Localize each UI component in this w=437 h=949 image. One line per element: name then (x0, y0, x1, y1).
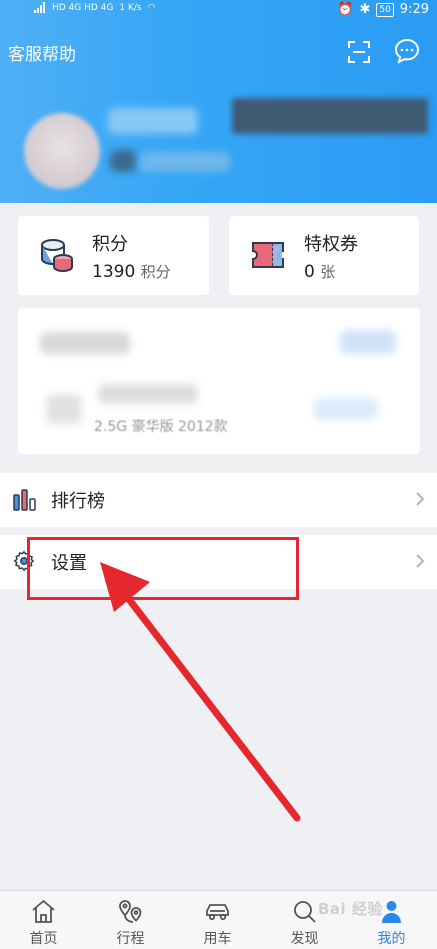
vehicle-action-redacted[interactable] (340, 330, 396, 354)
tab-route-label: 行程 (116, 931, 145, 947)
user-subtitle-redacted (140, 152, 230, 172)
signal-icon (34, 2, 46, 13)
alarm-icon: ⏰ (337, 2, 354, 17)
vehicle-card[interactable]: 2.5G 豪华版 2012款 (18, 308, 420, 454)
username-redacted (108, 108, 198, 134)
car-icon (206, 904, 229, 921)
coupons-value: 0 张 (304, 261, 335, 282)
network-text: HD 4G HD 4G (52, 2, 114, 13)
coins-icon (41, 239, 73, 273)
bluetooth-icon: ✱ (359, 2, 371, 17)
chevron-right-icon (416, 492, 425, 506)
home-icon (32, 899, 55, 923)
ranking-label: 排行榜 (51, 491, 105, 512)
vehicle-btn-redacted[interactable] (314, 398, 378, 420)
promo-banner-redacted[interactable] (232, 98, 428, 134)
points-number: 1390 (92, 262, 136, 282)
status-network: HD 4G HD 4G 1 K/s ◠ (34, 2, 155, 13)
points-unit: 积分 (140, 263, 171, 281)
message-icon[interactable] (394, 38, 420, 64)
vehicle-model-text: 2.5G 豪华版 2012款 (94, 419, 228, 435)
vehicle-thumb-redacted (46, 394, 82, 424)
wifi-icon: ◠ (147, 2, 156, 13)
coupons-title: 特权券 (304, 234, 358, 255)
points-value: 1390 积分 (92, 261, 171, 282)
avatar[interactable] (24, 113, 100, 189)
chevron-right-icon (416, 554, 425, 568)
status-bar: HD 4G HD 4G 1 K/s ◠ ⏰ ✱ 50 9:29 (0, 0, 437, 24)
watermark: Bai 经验 (318, 900, 383, 918)
discover-icon (294, 901, 316, 923)
coupons-number: 0 (304, 262, 315, 282)
bar-chart-icon (13, 489, 36, 511)
route-icon (119, 900, 142, 923)
menu-row-ranking[interactable]: 排行榜 (0, 473, 437, 527)
vehicle-plate-redacted (98, 384, 198, 404)
ticket-icon (252, 242, 284, 268)
customer-help-link[interactable]: 客服帮助 (8, 40, 76, 65)
status-right: ⏰ ✱ 50 9:29 (337, 2, 429, 17)
points-card[interactable]: 积分 1390 积分 (18, 216, 209, 295)
coupons-unit: 张 (320, 263, 336, 281)
points-title: 积分 (92, 234, 128, 255)
clock-text: 9:29 (399, 2, 429, 17)
tab-home[interactable]: 首页 (0, 891, 87, 949)
tab-home-label: 首页 (29, 931, 58, 947)
tab-car-label: 用车 (203, 931, 232, 947)
coupons-card[interactable]: 特权券 0 张 (229, 216, 419, 295)
profile-header: HD 4G HD 4G 1 K/s ◠ ⏰ ✱ 50 9:29 客服帮助 (0, 0, 437, 203)
highlight-annotation (27, 537, 299, 600)
tab-route[interactable]: 行程 (87, 891, 174, 949)
tab-car[interactable]: 用车 (174, 891, 261, 949)
battery-icon: 50 (376, 2, 394, 17)
tab-profile-label: 我的 (377, 931, 406, 947)
speed-text: 1 K/s (119, 2, 142, 13)
scan-icon[interactable] (348, 41, 370, 63)
user-badge-redacted (110, 150, 136, 172)
tab-discover-label: 发现 (290, 931, 319, 947)
vehicle-name-redacted (40, 332, 130, 354)
